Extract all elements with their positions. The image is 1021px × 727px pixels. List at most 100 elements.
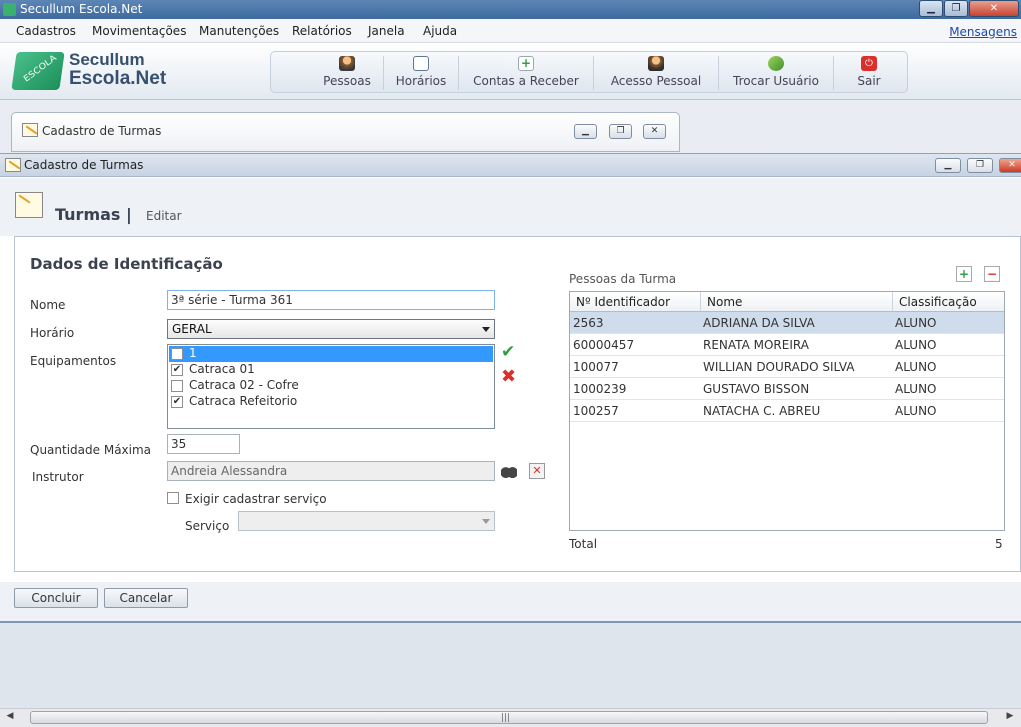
add-person-icon[interactable]: + — [956, 266, 972, 282]
brand-line1: Secullum — [69, 50, 145, 69]
list-item[interactable]: Catraca 02 - Cofre — [169, 378, 493, 394]
table-row[interactable]: 1000239 GUSTAVO BISSON ALUNO — [570, 378, 1004, 400]
equipamentos-list[interactable]: 1 ✔ Catraca 01 Catraca 02 - Cofre ✔ Catr… — [167, 344, 495, 429]
list-item[interactable]: ✔ Catraca 01 — [169, 362, 493, 378]
page-subtitle: Editar — [146, 209, 182, 223]
table-row[interactable]: 2563 ADRIANA DA SILVA ALUNO — [570, 312, 1004, 334]
concluir-button[interactable]: Concluir — [14, 588, 98, 608]
remove-person-icon[interactable]: − — [984, 266, 1000, 282]
horario-value: GERAL — [172, 322, 212, 336]
horizontal-scrollbar[interactable]: ◀ ||| ▶ — [0, 708, 1021, 727]
horario-label: Horário — [30, 326, 75, 340]
confirm-check-icon[interactable]: ✔ — [501, 344, 517, 361]
nome-input[interactable]: 3ª série - Turma 361 — [167, 290, 495, 310]
brand-line2: Escola.Net — [69, 68, 167, 89]
instrutor-input[interactable]: Andreia Alessandra — [167, 461, 495, 481]
list-item[interactable]: ✔ Catraca Refeitorio — [169, 394, 493, 410]
pencil-icon — [22, 123, 38, 137]
equipamentos-label: Equipamentos — [30, 354, 117, 368]
exigir-servico-label: Exigir cadastrar serviço — [185, 492, 327, 506]
menu-manutencoes[interactable]: Manutenções — [199, 24, 279, 38]
menu-cadastros[interactable]: Cadastros — [16, 24, 76, 38]
scroll-right-icon[interactable]: ▶ — [1003, 711, 1017, 724]
instrutor-label: Instrutor — [32, 470, 84, 484]
list-item[interactable]: 1 — [169, 346, 493, 362]
power-icon: ⏻ — [861, 56, 877, 71]
background-window-title: Cadastro de Turmas — [42, 124, 162, 138]
window-minimize-button[interactable]: ▁ — [935, 158, 961, 173]
toolbar-group: Pessoas Horários + Contas a Receber Aces… — [270, 51, 908, 93]
switch-user-icon — [768, 56, 784, 71]
bg-close-button[interactable]: ✕ — [643, 124, 666, 139]
column-header-identificador[interactable]: Nº Identificador — [570, 292, 701, 312]
user-key-icon — [339, 56, 355, 71]
window-close-button[interactable]: ✕ — [999, 158, 1021, 173]
total-label: Total — [569, 537, 598, 551]
total-value: 5 — [995, 537, 1003, 551]
quantidade-label: Quantidade Máxima — [30, 443, 152, 457]
checkbox[interactable]: ✔ — [171, 364, 183, 376]
column-header-classificacao[interactable]: Classificação — [893, 292, 1004, 312]
window-title: Cadastro de Turmas — [24, 158, 144, 172]
horario-select[interactable]: GERAL — [167, 319, 495, 339]
servico-select[interactable] — [238, 511, 495, 531]
window-header: Cadastro de Turmas ▁ ❐ ✕ — [0, 154, 1021, 177]
servico-label: Serviço — [185, 519, 230, 533]
bg-minimize-button[interactable]: ▁ — [574, 124, 597, 139]
menu-movimentacoes[interactable]: Movimentações — [92, 24, 186, 38]
cancelar-button[interactable]: Cancelar — [104, 588, 188, 608]
pencil-icon — [5, 158, 21, 172]
toolbar-acesso-pessoal[interactable]: Acesso Pessoal — [594, 52, 718, 92]
mdi-bottom-area — [0, 621, 1021, 708]
cadastro-turmas-window: Cadastro de Turmas ▁ ❐ ✕ Turmas | Editar… — [0, 153, 1021, 622]
column-header-nome[interactable]: Nome — [701, 292, 893, 312]
user-access-icon — [648, 56, 664, 71]
toolbar-sair[interactable]: ⏻ Sair — [834, 52, 904, 92]
app-title: Secullum Escola.Net — [20, 2, 143, 16]
title-bar: Secullum Escola.Net ▁ ❐ ✕ — [0, 0, 1021, 19]
checkbox[interactable]: ✔ — [171, 396, 183, 408]
toolbar: ESCOLA Secullum Escola.Net Pessoas Horár… — [0, 43, 1021, 100]
delete-x-icon[interactable]: ✖ — [501, 368, 517, 386]
checkbox[interactable] — [171, 380, 183, 392]
exigir-servico-checkbox[interactable] — [167, 492, 179, 504]
document-edit-icon — [15, 192, 43, 218]
menu-relatorios[interactable]: Relatórios — [292, 24, 352, 38]
background-window[interactable]: Cadastro de Turmas ▁ ❐ ✕ — [11, 112, 680, 152]
pessoas-grid: Nº Identificador Nome Classificação 2563… — [569, 291, 1005, 531]
chevron-down-icon — [482, 327, 490, 332]
menu-ajuda[interactable]: Ajuda — [423, 24, 457, 38]
minimize-button[interactable]: ▁ — [919, 0, 943, 17]
scroll-thumb[interactable]: ||| — [30, 711, 988, 724]
form-panel: Dados de Identificação Nome 3ª série - T… — [14, 236, 1021, 572]
add-document-icon: + — [518, 56, 534, 71]
checkbox[interactable] — [171, 348, 183, 360]
page-header: Turmas | Editar — [0, 178, 1021, 236]
quantidade-input[interactable]: 35 — [167, 434, 240, 454]
toolbar-pessoas[interactable]: Pessoas — [311, 52, 383, 92]
logo: ESCOLA — [11, 52, 65, 90]
table-row[interactable]: 60000457 RENATA MOREIRA ALUNO — [570, 334, 1004, 356]
clear-field-icon[interactable]: ✕ — [529, 463, 545, 479]
binoculars-search-icon[interactable] — [501, 463, 517, 479]
calendar-clock-icon — [413, 56, 429, 71]
scroll-left-icon[interactable]: ◀ — [3, 711, 17, 724]
toolbar-horarios[interactable]: Horários — [384, 52, 458, 92]
footer: Concluir Cancelar — [0, 582, 1021, 622]
pessoas-title: Pessoas da Turma — [569, 272, 677, 286]
toolbar-trocar-usuario[interactable]: Trocar Usuário — [719, 52, 833, 92]
logo-text: ESCOLA — [22, 53, 59, 85]
close-button[interactable]: ✕ — [969, 0, 1019, 17]
chevron-down-icon — [482, 519, 490, 524]
menu-janela[interactable]: Janela — [368, 24, 405, 38]
app-icon — [3, 3, 16, 16]
bg-restore-button[interactable]: ❐ — [609, 124, 632, 139]
maximize-button[interactable]: ❐ — [944, 0, 968, 17]
table-row[interactable]: 100257 NATACHA C. ABREU ALUNO — [570, 400, 1004, 422]
table-row[interactable]: 100077 WILLIAN DOURADO SILVA ALUNO — [570, 356, 1004, 378]
mensagens-link[interactable]: Mensagens — [949, 25, 1017, 39]
page-title: Turmas | — [55, 205, 132, 224]
menu-bar: Cadastros Movimentações Manutenções Rela… — [0, 19, 1021, 43]
toolbar-contas-receber[interactable]: + Contas a Receber — [459, 52, 593, 92]
window-restore-button[interactable]: ❐ — [967, 158, 993, 173]
